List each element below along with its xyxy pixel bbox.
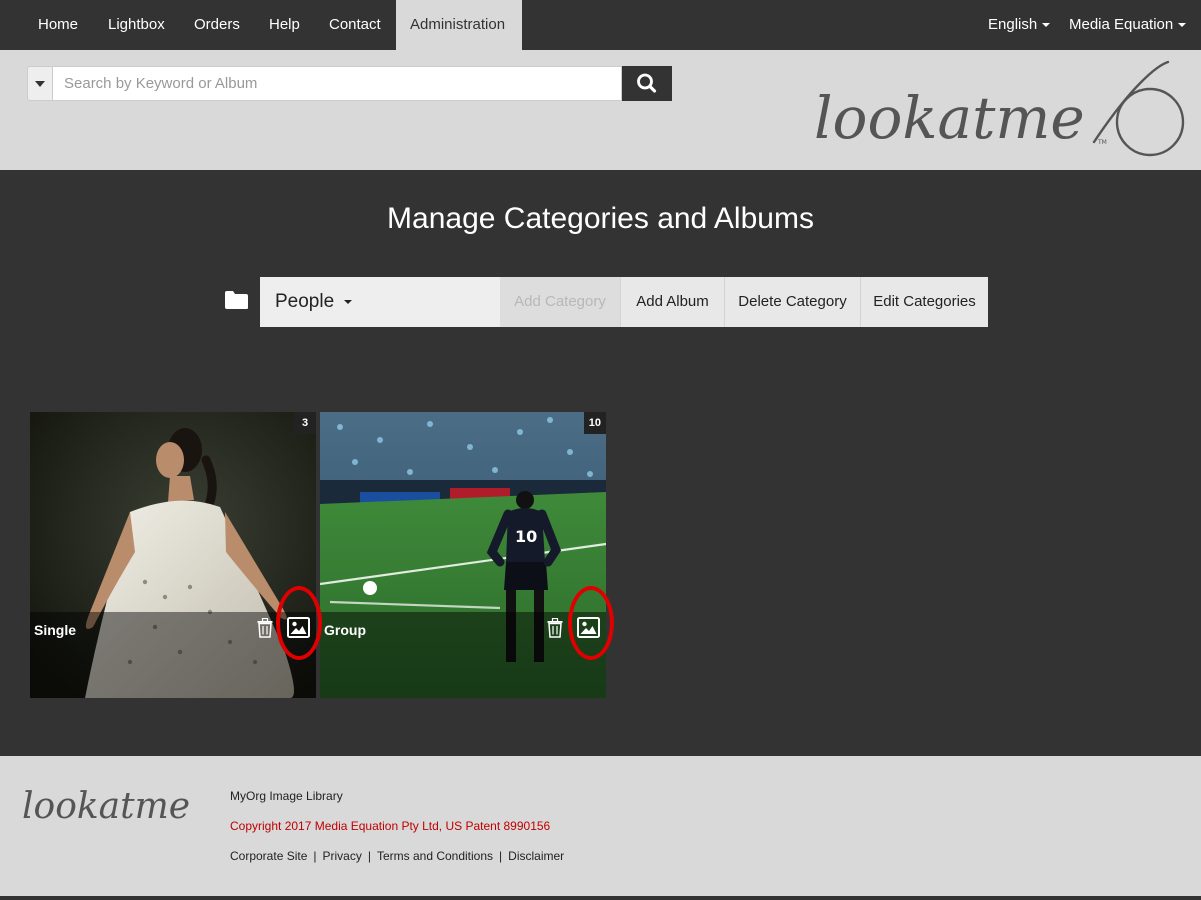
album-name: Group — [324, 622, 366, 638]
account-dropdown[interactable]: Media Equation — [1069, 0, 1187, 50]
nav-orders[interactable]: Orders — [194, 0, 240, 50]
footer-logo-wordmark: lookatme — [22, 786, 190, 826]
nav-administration[interactable]: Administration — [396, 0, 522, 50]
footer-logo: lookatme — [22, 786, 190, 826]
trash-icon[interactable] — [257, 618, 273, 638]
logo-swoosh-icon — [1092, 60, 1170, 144]
category-select-value: People — [275, 291, 335, 312]
org-name: MyOrg Image Library — [230, 789, 343, 803]
album-name: Single — [34, 622, 77, 638]
copyright-text: Copyright 2017 Media Equation Pty Ltd, U… — [230, 819, 551, 833]
link-separator: | — [367, 849, 371, 863]
footer-link-terms[interactable]: Terms and Conditions — [377, 849, 493, 863]
brand-logo: lookatme TM — [812, 58, 1190, 164]
nav-home[interactable]: Home — [38, 0, 78, 50]
footer-links: Corporate Site | Privacy | Terms and Conditi… — [230, 849, 564, 863]
footer: lookatme MyOrg Image Library Copyright 2… — [0, 756, 1201, 896]
album-tile-group[interactable]: 10 10 Group — [320, 412, 606, 698]
link-separator: | — [499, 849, 503, 863]
album-photo-count: 3 — [294, 412, 316, 434]
link-separator: | — [313, 849, 317, 863]
triangle-down-icon — [35, 81, 45, 87]
footer-link-corporate-site[interactable]: Corporate Site — [230, 849, 307, 863]
header-band: lookatme TM — [0, 50, 1201, 170]
add-album-button[interactable]: Add Album — [620, 277, 724, 327]
set-cover-image-icon[interactable] — [287, 617, 310, 638]
caret-down-icon — [1178, 23, 1187, 28]
language-dropdown[interactable]: English — [988, 0, 1051, 50]
footer-link-disclaimer[interactable]: Disclaimer — [508, 849, 564, 863]
caret-down-icon — [344, 299, 353, 304]
logo-circle-icon — [1115, 87, 1185, 157]
nav-help[interactable]: Help — [269, 0, 300, 50]
svg-text:10: 10 — [515, 527, 537, 546]
logo-wordmark: lookatme — [814, 84, 1085, 152]
account-label: Media Equation — [1069, 16, 1174, 33]
album-tile-single[interactable]: 3 Single — [30, 412, 316, 698]
edit-categories-button[interactable]: Edit Categories — [860, 277, 988, 327]
search-button[interactable] — [622, 66, 672, 101]
search-input[interactable] — [52, 66, 622, 101]
nav-contact[interactable]: Contact — [329, 0, 381, 50]
top-navbar: Home Lightbox Orders Help Contact Admini… — [0, 0, 1201, 50]
search-bar — [27, 66, 672, 101]
delete-category-button[interactable]: Delete Category — [724, 277, 860, 327]
folder-icon — [225, 291, 248, 309]
nav-lightbox[interactable]: Lightbox — [108, 0, 165, 50]
caret-down-icon — [1042, 23, 1051, 28]
logo-trademark: TM — [1097, 139, 1107, 146]
add-category-button[interactable]: Add Category — [500, 277, 620, 327]
footer-bottom-strip — [0, 896, 1201, 900]
page-title: Manage Categories and Albums — [387, 202, 814, 235]
language-label: English — [988, 16, 1038, 33]
footer-link-privacy[interactable]: Privacy — [323, 849, 362, 863]
search-icon — [637, 73, 657, 93]
trash-icon[interactable] — [547, 618, 563, 638]
set-cover-image-icon[interactable] — [577, 617, 600, 638]
search-scope-dropdown[interactable] — [27, 66, 52, 101]
category-toolbar: People Add Category Add Album Delete Cat… — [260, 277, 988, 327]
category-select[interactable]: People — [260, 277, 500, 327]
album-photo-count: 10 — [583, 412, 606, 434]
